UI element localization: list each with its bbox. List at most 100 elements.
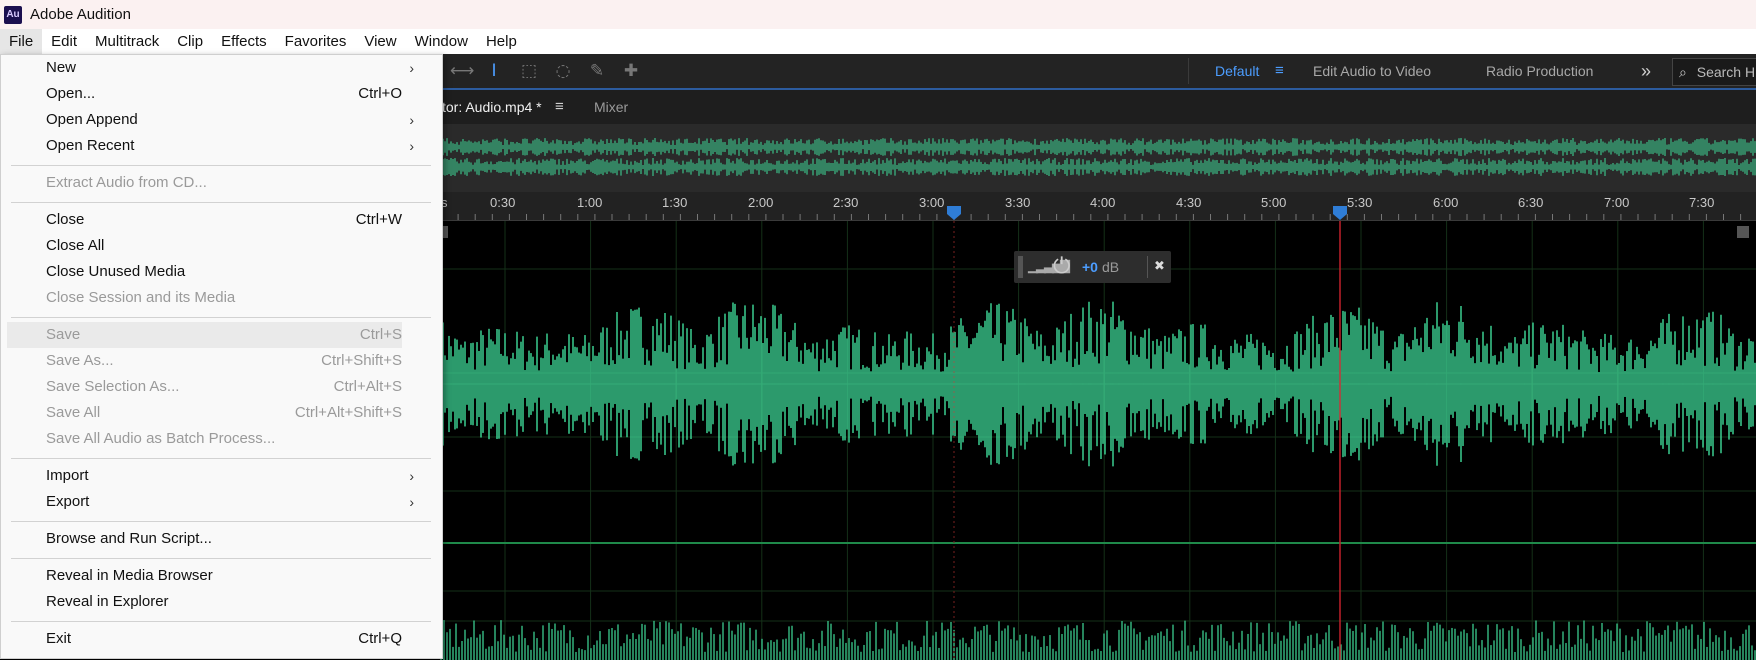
brush-tool-icon[interactable]: ✎ — [586, 60, 608, 82]
menu-item-browse-and-run-script[interactable]: Browse and Run Script... — [7, 526, 402, 552]
ruler-label: 1:00 — [577, 195, 603, 210]
menu-item-label: Close Session and its Media — [46, 289, 236, 306]
time-selection-tool-icon[interactable]: I — [483, 60, 505, 82]
submenu-arrow-icon: › — [409, 494, 414, 510]
menu-item-label: Close Unused Media — [46, 263, 186, 280]
menu-item-new[interactable]: New › — [7, 55, 414, 81]
menu-item-label: Import — [46, 467, 89, 484]
menu-item-shortcut: Ctrl+Shift+S — [321, 352, 402, 369]
amplitude-knob-icon[interactable]: ⏻ — [1053, 253, 1070, 279]
menu-item-close-session: Close Session and its Media — [7, 285, 402, 311]
menu-item-label: Close All — [46, 237, 105, 254]
amplitude-hud[interactable]: ▁▂▃▅▇ ⏻ +0 dB ✖ — [1014, 251, 1171, 283]
menu-item-save-as: Save As... Ctrl+Shift+S — [7, 348, 402, 374]
search-placeholder: Search H — [1696, 64, 1756, 80]
marquee-tool-icon[interactable]: ⬚ — [518, 60, 540, 82]
menu-item-shortcut: Ctrl+Alt+S — [333, 378, 402, 395]
menu-separator — [11, 202, 431, 203]
menu-item-label: Exit — [46, 630, 72, 647]
menu-separator — [11, 165, 431, 166]
workspace-divider — [1188, 58, 1189, 84]
submenu-arrow-icon: › — [409, 138, 414, 154]
ruler-label: 7:00 — [1604, 195, 1630, 210]
menu-item-shortcut: Ctrl+O — [358, 85, 402, 102]
menu-effects[interactable]: Effects — [212, 29, 276, 54]
workspace-default[interactable]: Default — [1215, 54, 1259, 88]
menu-item-label: Reveal in Media Browser — [46, 567, 213, 584]
submenu-arrow-icon: › — [409, 468, 414, 484]
menu-item-extract-audio-from-cd: Extract Audio from CD... — [7, 170, 402, 196]
ruler-label: 1:30 — [662, 195, 688, 210]
menu-separator — [11, 621, 431, 622]
menu-item-import[interactable]: Import › — [7, 463, 414, 489]
menu-separator — [11, 317, 431, 318]
slip-tool-icon[interactable]: ⟷ — [450, 60, 474, 82]
lasso-tool-icon[interactable]: ◌ — [552, 60, 574, 82]
menu-bar: File Edit Multitrack Clip Effects Favori… — [0, 29, 1756, 54]
menu-item-exit[interactable]: Exit Ctrl+Q — [7, 626, 402, 652]
pin-icon[interactable]: ✖ — [1154, 258, 1165, 274]
menu-favorites[interactable]: Favorites — [276, 29, 356, 54]
menu-item-save: Save Ctrl+S — [7, 322, 402, 348]
menu-item-shortcut: Ctrl+S — [359, 326, 402, 343]
ruler-label: 7:30 — [1689, 195, 1715, 210]
menu-separator — [11, 458, 431, 459]
menu-item-shortcut: Ctrl+Q — [358, 630, 402, 647]
hud-grip-handle[interactable] — [1018, 256, 1023, 278]
playhead-marker[interactable] — [1333, 206, 1347, 220]
menu-help[interactable]: Help — [477, 29, 526, 54]
tab-editor[interactable]: tor: Audio.mp4 * — [442, 90, 542, 124]
menu-item-close-all[interactable]: Close All — [7, 233, 402, 259]
menu-window[interactable]: Window — [406, 29, 477, 54]
menu-item-label: Reveal in Explorer — [46, 593, 169, 610]
tab-editor-menu-icon[interactable]: ≡ — [555, 90, 564, 124]
ruler-label: 3:30 — [1005, 195, 1031, 210]
ruler-label: 6:30 — [1518, 195, 1544, 210]
search-help-input[interactable]: ⌕ Search H — [1672, 58, 1756, 86]
submenu-arrow-icon: › — [409, 60, 414, 76]
ruler-label: 4:30 — [1176, 195, 1202, 210]
menu-clip[interactable]: Clip — [168, 29, 212, 54]
workspace-menu-icon[interactable]: ≡ — [1275, 54, 1284, 88]
menu-item-reveal-in-media-browser[interactable]: Reveal in Media Browser — [7, 563, 402, 589]
workspace-radio-production[interactable]: Radio Production — [1486, 54, 1593, 88]
menu-item-label: Save As... — [46, 352, 114, 369]
menu-item-label: Close — [46, 211, 85, 228]
menu-file[interactable]: File — [0, 29, 43, 54]
menu-item-close-unused-media[interactable]: Close Unused Media — [7, 259, 402, 285]
menu-item-label: Open Append — [46, 111, 138, 128]
menu-multitrack[interactable]: Multitrack — [86, 29, 168, 54]
more-workspaces-icon[interactable]: » — [1641, 54, 1651, 88]
title-bar: Au Adobe Audition — [0, 0, 1756, 29]
ruler-label: 3:00 — [919, 195, 945, 210]
fade-out-handle[interactable] — [1737, 226, 1749, 238]
menu-separator — [11, 558, 431, 559]
menu-item-open[interactable]: Open... Ctrl+O — [7, 81, 402, 107]
menu-view[interactable]: View — [355, 29, 405, 54]
menu-item-shortcut: Ctrl+Alt+Shift+S — [294, 404, 402, 421]
menu-item-open-append[interactable]: Open Append › — [7, 107, 414, 133]
menu-edit[interactable]: Edit — [42, 29, 86, 54]
menu-item-label: Save — [46, 326, 81, 343]
spot-healing-tool-icon[interactable]: ✚ — [620, 60, 642, 82]
menu-item-save-selection-as: Save Selection As... Ctrl+Alt+S — [7, 374, 402, 400]
ruler-label: 2:00 — [748, 195, 774, 210]
ruler-label: 5:30 — [1347, 195, 1373, 210]
workspace-edit-audio-to-video[interactable]: Edit Audio to Video — [1313, 54, 1431, 88]
menu-item-label: Extract Audio from CD... — [46, 174, 207, 191]
hud-divider — [1147, 256, 1148, 278]
tab-mixer[interactable]: Mixer — [594, 90, 628, 124]
menu-item-label: Save All — [46, 404, 101, 421]
menu-item-export[interactable]: Export › — [7, 489, 414, 515]
menu-item-reveal-in-explorer[interactable]: Reveal in Explorer — [7, 589, 402, 615]
menu-item-label: Save Selection As... — [46, 378, 180, 395]
menu-item-label: Browse and Run Script... — [46, 530, 212, 547]
menu-item-label: Export — [46, 493, 90, 510]
hud-gain-value[interactable]: +0 — [1082, 259, 1098, 275]
hud-gain-unit: dB — [1102, 259, 1120, 275]
in-point-marker[interactable] — [947, 206, 961, 220]
menu-item-open-recent[interactable]: Open Recent › — [7, 133, 414, 159]
audition-app-icon: Au — [4, 5, 22, 24]
menu-item-close[interactable]: Close Ctrl+W — [7, 207, 402, 233]
menu-item-save-all: Save All Ctrl+Alt+Shift+S — [7, 400, 402, 426]
